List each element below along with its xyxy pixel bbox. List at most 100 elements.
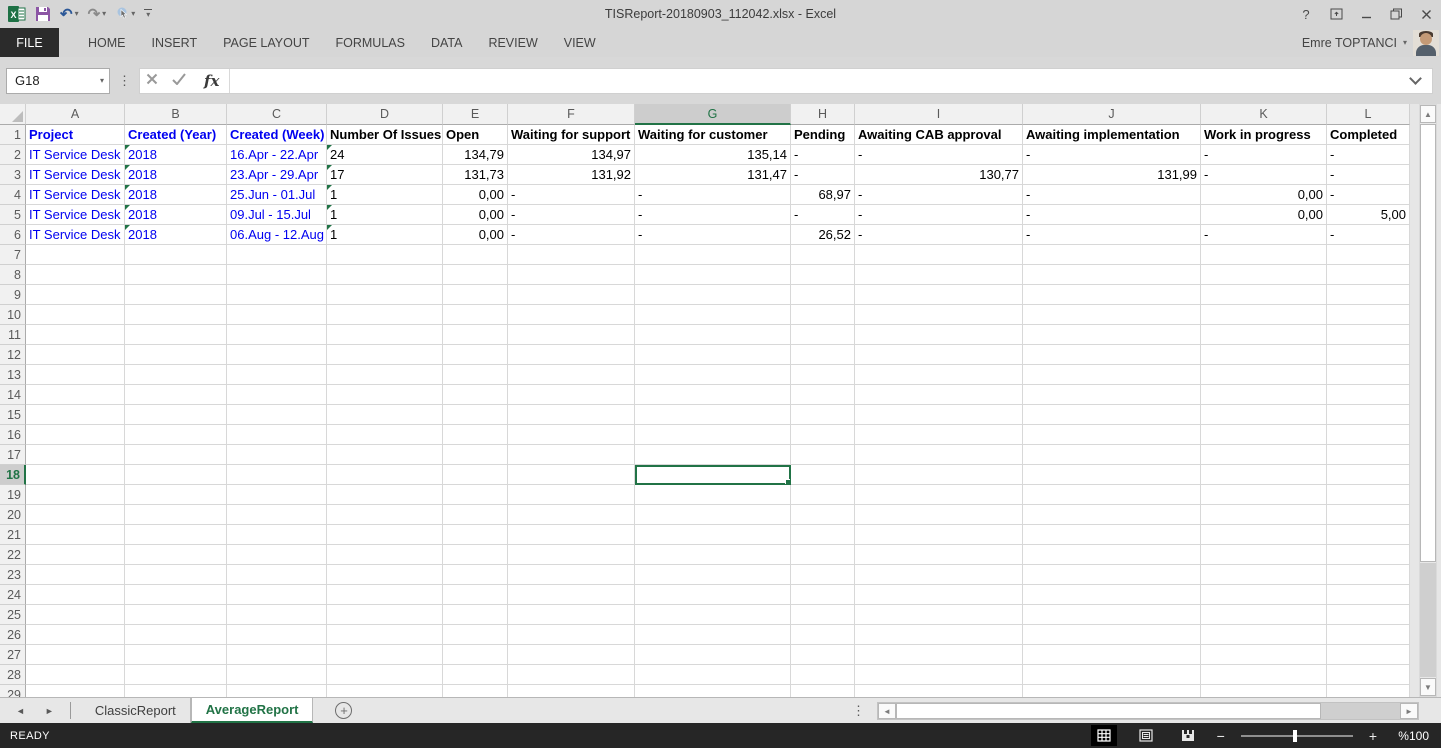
cell-K5[interactable]: 0,00 [1201, 205, 1327, 225]
cell-F25[interactable] [508, 605, 635, 625]
vertical-scrollbar[interactable]: ▲ ▼ [1419, 104, 1437, 697]
cell-G4[interactable]: - [635, 185, 791, 205]
cell-K19[interactable] [1201, 485, 1327, 505]
row-header-26[interactable]: 26 [0, 625, 26, 645]
row-header-21[interactable]: 21 [0, 525, 26, 545]
cell-J14[interactable] [1023, 385, 1201, 405]
row-header-24[interactable]: 24 [0, 585, 26, 605]
cell-D24[interactable] [327, 585, 443, 605]
cell-A29[interactable] [26, 685, 125, 697]
cell-L10[interactable] [1327, 305, 1410, 325]
cell-L8[interactable] [1327, 265, 1410, 285]
cell-A23[interactable] [26, 565, 125, 585]
customize-quick-access-toolbar-icon[interactable]: ▾ [144, 9, 152, 19]
column-header-G[interactable]: G [635, 104, 791, 125]
touch-mode-icon[interactable]: ▾ [115, 7, 135, 22]
cell-B22[interactable] [125, 545, 227, 565]
previous-sheet-icon[interactable]: ◄ [16, 706, 25, 716]
scroll-left-icon[interactable]: ◄ [878, 703, 896, 719]
tab-scrollbar-splitter-icon[interactable]: ⋮ [852, 698, 865, 724]
cell-I4[interactable]: - [855, 185, 1023, 205]
user-avatar[interactable] [1413, 30, 1439, 56]
cell-G26[interactable] [635, 625, 791, 645]
cell-J23[interactable] [1023, 565, 1201, 585]
name-box-caret-icon[interactable]: ▾ [100, 77, 104, 85]
cell-A19[interactable] [26, 485, 125, 505]
undo-icon[interactable]: ↶ ▾ [60, 7, 79, 22]
cell-E28[interactable] [443, 665, 508, 685]
cell-F29[interactable] [508, 685, 635, 697]
cell-D26[interactable] [327, 625, 443, 645]
horizontal-scrollbar[interactable]: ◄ ► [877, 702, 1419, 720]
cell-C7[interactable] [227, 245, 327, 265]
cell-J5[interactable]: - [1023, 205, 1201, 225]
cell-E3[interactable]: 131,73 [443, 165, 508, 185]
cell-H15[interactable] [791, 405, 855, 425]
cell-H22[interactable] [791, 545, 855, 565]
cell-C15[interactable] [227, 405, 327, 425]
cell-L5[interactable]: 5,00 [1327, 205, 1410, 225]
cell-I21[interactable] [855, 525, 1023, 545]
cell-E29[interactable] [443, 685, 508, 697]
cell-H10[interactable] [791, 305, 855, 325]
cell-G11[interactable] [635, 325, 791, 345]
cell-C10[interactable] [227, 305, 327, 325]
cell-G20[interactable] [635, 505, 791, 525]
cell-B10[interactable] [125, 305, 227, 325]
cell-F3[interactable]: 131,92 [508, 165, 635, 185]
cell-E13[interactable] [443, 365, 508, 385]
cell-K15[interactable] [1201, 405, 1327, 425]
cell-B4[interactable]: 2018 [125, 185, 227, 205]
cell-F19[interactable] [508, 485, 635, 505]
cell-F27[interactable] [508, 645, 635, 665]
redo-icon[interactable]: ↷ ▾ [88, 7, 107, 22]
row-header-28[interactable]: 28 [0, 665, 26, 685]
cell-B27[interactable] [125, 645, 227, 665]
account-area[interactable]: Emre TOPTANCI ▾ [1302, 28, 1441, 57]
close-icon[interactable] [1411, 0, 1441, 28]
cell-I27[interactable] [855, 645, 1023, 665]
cell-G24[interactable] [635, 585, 791, 605]
cell-E25[interactable] [443, 605, 508, 625]
cell-E18[interactable] [443, 465, 508, 485]
cell-L15[interactable] [1327, 405, 1410, 425]
cell-K17[interactable] [1201, 445, 1327, 465]
row-header-4[interactable]: 4 [0, 185, 26, 205]
cell-H25[interactable] [791, 605, 855, 625]
cell-C21[interactable] [227, 525, 327, 545]
cell-J8[interactable] [1023, 265, 1201, 285]
cell-D11[interactable] [327, 325, 443, 345]
column-header-L[interactable]: L [1327, 104, 1410, 125]
cell-K1[interactable]: Work in progress [1201, 125, 1327, 145]
cell-J12[interactable] [1023, 345, 1201, 365]
cell-E9[interactable] [443, 285, 508, 305]
cell-I1[interactable]: Awaiting CAB approval [855, 125, 1023, 145]
zoom-level[interactable]: %100 [1393, 729, 1429, 743]
cell-C27[interactable] [227, 645, 327, 665]
cell-F21[interactable] [508, 525, 635, 545]
cell-D18[interactable] [327, 465, 443, 485]
cell-E15[interactable] [443, 405, 508, 425]
cell-C2[interactable]: 16.Apr - 22.Apr [227, 145, 327, 165]
cell-F7[interactable] [508, 245, 635, 265]
cell-A25[interactable] [26, 605, 125, 625]
cell-F9[interactable] [508, 285, 635, 305]
cancel-icon[interactable] [146, 72, 158, 90]
cell-D8[interactable] [327, 265, 443, 285]
cell-I26[interactable] [855, 625, 1023, 645]
row-header-11[interactable]: 11 [0, 325, 26, 345]
cell-G13[interactable] [635, 365, 791, 385]
cell-C4[interactable]: 25.Jun - 01.Jul [227, 185, 327, 205]
cell-H1[interactable]: Pending [791, 125, 855, 145]
cell-E4[interactable]: 0,00 [443, 185, 508, 205]
cell-B28[interactable] [125, 665, 227, 685]
cell-F18[interactable] [508, 465, 635, 485]
zoom-slider[interactable] [1241, 729, 1353, 743]
cell-C29[interactable] [227, 685, 327, 697]
normal-view-icon[interactable] [1091, 725, 1117, 746]
cell-F12[interactable] [508, 345, 635, 365]
cell-J28[interactable] [1023, 665, 1201, 685]
cell-B29[interactable] [125, 685, 227, 697]
cell-L19[interactable] [1327, 485, 1410, 505]
cell-A28[interactable] [26, 665, 125, 685]
